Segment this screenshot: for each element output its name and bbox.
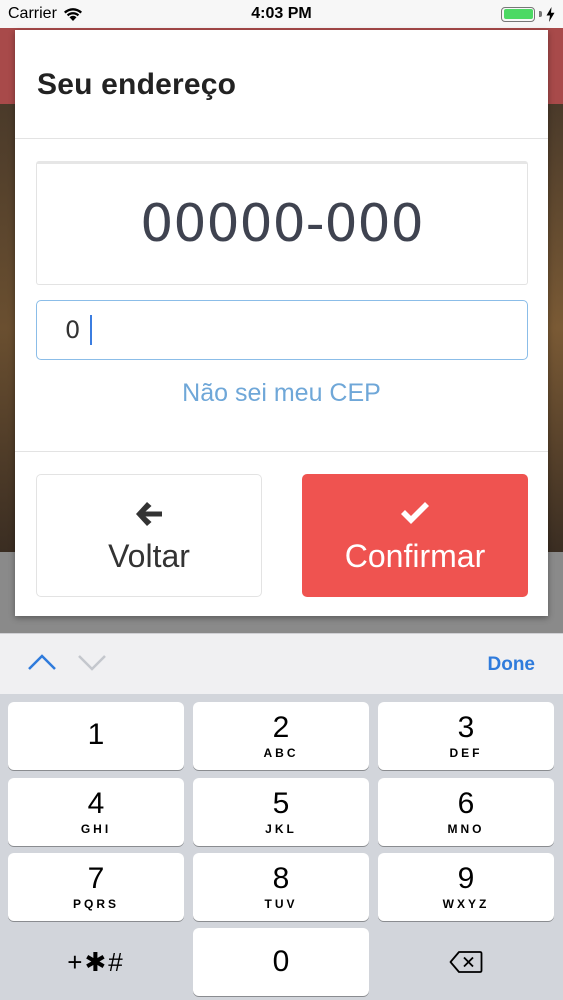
- key-5[interactable]: 5 JKL: [193, 778, 369, 846]
- key-letters: JKL: [265, 822, 297, 836]
- keyboard-accessory-bar: Done: [0, 633, 563, 694]
- key-digit: 3: [457, 711, 475, 744]
- key-digit: 1: [87, 718, 105, 751]
- backspace-icon: [449, 951, 483, 973]
- key-3[interactable]: 3 DEF: [378, 702, 554, 770]
- delete-key[interactable]: [378, 928, 554, 996]
- status-right: [501, 6, 555, 22]
- key-1[interactable]: 1: [8, 702, 184, 770]
- key-symbols[interactable]: +✱#: [8, 928, 184, 996]
- key-digit: 4: [87, 787, 105, 820]
- address-modal: Seu endereço 00000-000 Não sei meu CEP V…: [15, 30, 548, 616]
- title-divider: [15, 138, 548, 139]
- key-digit: 2: [272, 711, 290, 744]
- key-9[interactable]: 9 WXYZ: [378, 853, 554, 921]
- numeric-keyboard: 1 2 ABC 3 DEF 4 GHI 5 JKL 6 MNO 7 PQRS 8…: [0, 694, 563, 1000]
- buttons-divider: [15, 451, 548, 452]
- back-button[interactable]: Voltar: [36, 474, 262, 597]
- key-digit: 8: [272, 862, 290, 895]
- chevron-up-icon[interactable]: [27, 652, 57, 672]
- key-4[interactable]: 4 GHI: [8, 778, 184, 846]
- confirm-button-label: Confirmar: [344, 538, 486, 574]
- modal-title: Seu endereço: [37, 68, 237, 101]
- key-7[interactable]: 7 PQRS: [8, 853, 184, 921]
- checkmark-icon: [399, 496, 431, 532]
- confirm-button[interactable]: Confirmar: [302, 474, 528, 597]
- key-letters: DEF: [449, 746, 483, 760]
- battery-tip: [539, 11, 542, 17]
- unknown-cep-link[interactable]: Não sei meu CEP: [15, 379, 548, 408]
- done-button[interactable]: Done: [488, 654, 536, 676]
- battery-icon: [501, 6, 535, 22]
- arrow-left-icon: [134, 496, 164, 532]
- charging-bolt-icon: [546, 6, 555, 22]
- key-digit: 5: [272, 787, 290, 820]
- key-letters: MNO: [447, 822, 485, 836]
- key-digit: 7: [87, 862, 105, 895]
- cep-display: 00000-000: [36, 161, 528, 285]
- status-time: 4:03 PM: [251, 5, 312, 22]
- cep-input[interactable]: [36, 300, 528, 360]
- key-digit: 0: [272, 945, 290, 978]
- key-6[interactable]: 6 MNO: [378, 778, 554, 846]
- key-letters: GHI: [80, 822, 112, 836]
- status-bar: Carrier 4:03 PM: [0, 0, 563, 28]
- status-left: Carrier: [8, 5, 83, 23]
- back-button-label: Voltar: [108, 538, 190, 574]
- key-letters: WXYZ: [442, 897, 490, 911]
- key-0[interactable]: 0: [193, 928, 369, 996]
- key-8[interactable]: 8 TUV: [193, 853, 369, 921]
- key-letters: PQRS: [72, 897, 119, 911]
- key-letters: ABC: [263, 746, 299, 760]
- chevron-down-icon[interactable]: [77, 652, 107, 672]
- key-digit: 9: [457, 862, 475, 895]
- carrier-label: Carrier: [8, 5, 57, 22]
- key-letters: TUV: [264, 897, 298, 911]
- text-caret: [90, 315, 92, 345]
- key-2[interactable]: 2 ABC: [193, 702, 369, 770]
- wifi-icon: [63, 7, 82, 21]
- key-digit: 6: [457, 787, 475, 820]
